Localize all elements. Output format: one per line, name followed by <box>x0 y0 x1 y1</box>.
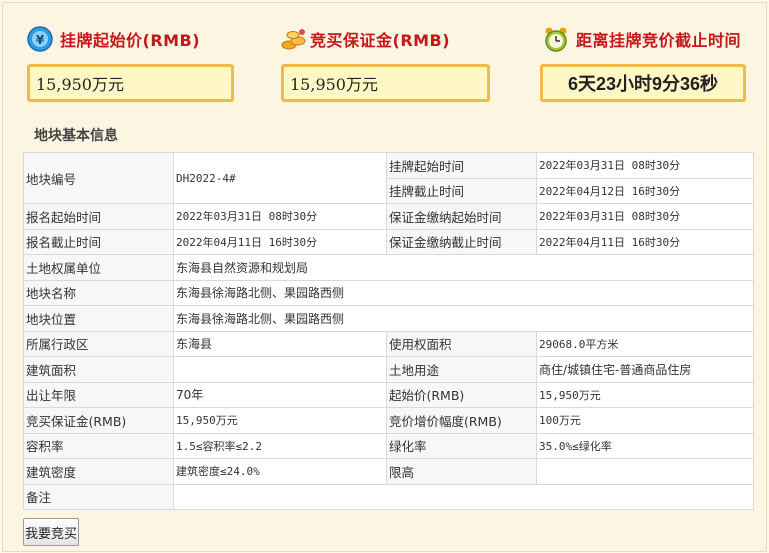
table-row: 土地权属单位 东海县自然资源和规划局 <box>23 254 754 281</box>
table-row: 竞买保证金(RMB) 15,950万元 竞价增价幅度(RMB) 100万元 <box>23 407 754 434</box>
table-row: 报名起始时间 2022年03月31日 08时30分 保证金缴纳起始时间 2022… <box>23 203 754 230</box>
cell-label: 所属行政区 <box>23 330 174 357</box>
cell-value: 1.5≤容积率≤2.2 <box>173 432 387 459</box>
cell-value <box>173 483 754 510</box>
cell-value: DH2022-4# <box>173 152 387 204</box>
svg-text:¥: ¥ <box>36 33 45 47</box>
cell-value: 建筑密度≤24.0% <box>173 458 387 485</box>
table-row: 出让年限 70年 起始价(RMB) 15,950万元 <box>23 381 754 408</box>
deposit-header: 竞买保证金(RMB) <box>280 24 450 54</box>
table-row: 建筑面积 土地用途 商住/城镇住宅-普通商品住房 <box>23 356 754 383</box>
cell-value: 2022年03月31日 08时30分 <box>536 152 754 179</box>
cell-value: 2022年03月31日 08时30分 <box>536 203 754 230</box>
cell-value: 2022年03月31日 08时30分 <box>173 203 387 230</box>
cell-label: 土地权属单位 <box>23 254 174 281</box>
bid-button[interactable]: 我要竞买 <box>23 518 79 546</box>
land-info-table: 地块编号 DH2022-4# 挂牌起始时间 2022年03月31日 08时30分… <box>23 152 754 510</box>
cell-label: 出让年限 <box>23 381 174 408</box>
cell-label: 绿化率 <box>386 432 537 459</box>
cell-label: 保证金缴纳起始时间 <box>386 203 537 230</box>
cell-label: 起始价(RMB) <box>386 381 537 408</box>
table-row: 地块位置 东海县徐海路北侧、果园路西侧 <box>23 305 754 332</box>
cell-label: 保证金缴纳截止时间 <box>386 228 537 255</box>
cell-label: 报名截止时间 <box>23 228 174 255</box>
cell-value: 2022年04月11日 16时30分 <box>173 228 387 255</box>
cell-value: 东海县徐海路北侧、果园路西侧 <box>173 279 754 306</box>
table-row: 地块名称 东海县徐海路北侧、果园路西侧 <box>23 279 754 306</box>
cell-value: 15,950万元 <box>536 381 754 408</box>
cell-label: 限高 <box>386 458 537 485</box>
cell-label: 备注 <box>23 483 174 510</box>
cell-label: 容积率 <box>23 432 174 459</box>
cell-label: 竞价增价幅度(RMB) <box>386 407 537 434</box>
cell-value: 29068.0平方米 <box>536 330 754 357</box>
cell-label: 地块编号 <box>23 152 174 204</box>
cell-label: 竞买保证金(RMB) <box>23 407 174 434</box>
cell-value: 100万元 <box>536 407 754 434</box>
cell-value: 2022年04月11日 16时30分 <box>536 228 754 255</box>
start-price-header: ¥ 挂牌起始价(RMB) <box>26 24 200 54</box>
cell-value: 商住/城镇住宅-普通商品住房 <box>536 356 754 383</box>
table-row: 备注 <box>23 483 754 510</box>
table-row: 所属行政区 东海县 使用权面积 29068.0平方米 <box>23 330 754 357</box>
table-row: 建筑密度 建筑密度≤24.0% 限高 <box>23 458 754 485</box>
cell-value: 15,950万元 <box>173 407 387 434</box>
cell-label: 挂牌起始时间 <box>386 152 537 179</box>
table-row: 报名截止时间 2022年04月11日 16时30分 保证金缴纳截止时间 2022… <box>23 228 754 255</box>
cell-label: 建筑密度 <box>23 458 174 485</box>
cell-value: 东海县徐海路北侧、果园路西侧 <box>173 305 754 332</box>
start-price-value: 15,950万元 <box>27 64 234 102</box>
countdown-value: 6天23小时9分36秒 <box>540 64 746 102</box>
cell-value: 2022年04月12日 16时30分 <box>536 177 754 204</box>
deposit-title: 竞买保证金(RMB) <box>310 31 451 50</box>
cell-label: 建筑面积 <box>23 356 174 383</box>
cell-value <box>536 458 754 485</box>
cell-label: 地块位置 <box>23 305 174 332</box>
countdown-header: 距离挂牌竞价截止时间 <box>542 24 741 54</box>
section-title: 地块基本信息 <box>34 128 118 144</box>
cell-label: 土地用途 <box>386 356 537 383</box>
cell-label: 报名起始时间 <box>23 203 174 230</box>
alarm-clock-icon <box>542 25 570 53</box>
money-icon: ¥ <box>26 25 54 53</box>
table-row: 地块编号 DH2022-4# 挂牌起始时间 2022年03月31日 08时30分 <box>23 152 754 204</box>
table-row: 容积率 1.5≤容积率≤2.2 绿化率 35.0%≤绿化率 <box>23 432 754 459</box>
cell-value: 东海县 <box>173 330 387 357</box>
cell-label: 使用权面积 <box>386 330 537 357</box>
start-price-title: 挂牌起始价(RMB) <box>60 31 201 50</box>
cell-value: 东海县自然资源和规划局 <box>173 254 754 281</box>
cell-label: 地块名称 <box>23 279 174 306</box>
cell-value <box>173 356 387 383</box>
cell-label: 挂牌截止时间 <box>386 177 537 204</box>
cell-value: 70年 <box>173 381 387 408</box>
deposit-value: 15,950万元 <box>281 64 490 102</box>
countdown-title: 距离挂牌竞价截止时间 <box>576 31 742 50</box>
cell-value: 35.0%≤绿化率 <box>536 432 754 459</box>
coins-icon <box>280 25 308 53</box>
